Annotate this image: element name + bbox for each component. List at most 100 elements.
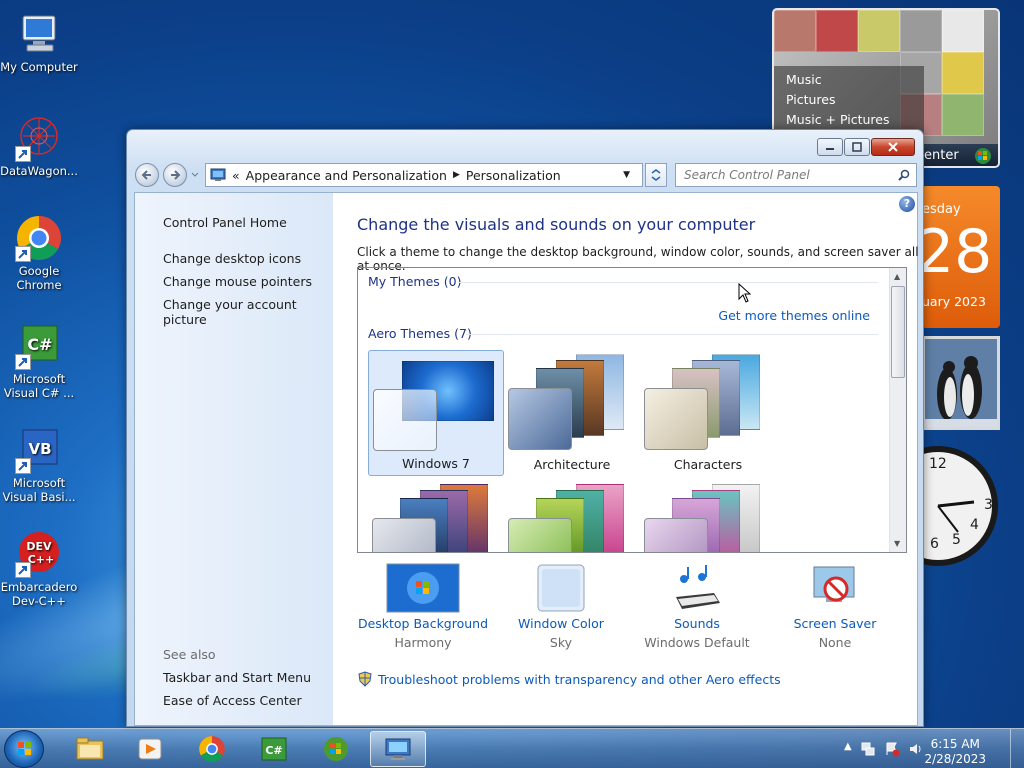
address-dropdown-icon[interactable]: ▼	[623, 170, 630, 180]
calendar-month-year: uary 2023	[922, 294, 986, 309]
troubleshoot-link[interactable]: Troubleshoot problems with transparency …	[357, 671, 781, 687]
theme-characters[interactable]: Characters	[640, 350, 776, 476]
navigation-bar: « Appearance and Personalization ▶ Perso…	[135, 162, 917, 188]
group-divider	[466, 334, 878, 335]
sidebar-taskbar-start-menu[interactable]: Taskbar and Start Menu	[163, 670, 311, 685]
theme-color-swatch	[644, 388, 708, 450]
media-tile	[774, 10, 816, 52]
themes-list[interactable]: My Themes (0) Get more themes online Aer…	[357, 267, 907, 553]
help-icon[interactable]: ?	[899, 196, 915, 212]
action-center-icon[interactable]	[884, 741, 900, 757]
svg-text:C#: C#	[265, 744, 282, 757]
address-bar[interactable]: « Appearance and Personalization ▶ Perso…	[205, 163, 643, 187]
show-desktop-button[interactable]	[1010, 729, 1024, 768]
themes-scrollbar[interactable]: ▲ ▼	[889, 268, 906, 552]
breadcrumb-separator-icon[interactable]: ▶	[453, 170, 460, 180]
personalization-window[interactable]: « Appearance and Personalization ▶ Perso…	[126, 129, 924, 727]
sidebar-change-mouse-pointers[interactable]: Change mouse pointers	[163, 274, 312, 289]
page-title: Change the visuals and sounds on your co…	[357, 215, 756, 234]
sounds-setting[interactable]: Sounds Windows Default	[627, 563, 767, 650]
visual-csharp-icon: C#	[261, 737, 287, 761]
desktop-background-setting[interactable]: Desktop Background Harmony	[353, 563, 493, 650]
shortcut-arrow-icon	[15, 354, 31, 370]
desktop-icon-label: My Computer	[0, 60, 78, 74]
get-more-themes-link[interactable]: Get more themes online	[718, 308, 870, 323]
clock-number: 4	[970, 517, 979, 533]
volume-icon[interactable]	[908, 741, 924, 757]
minimize-button[interactable]	[817, 138, 843, 156]
sidebar-control-panel-home[interactable]: Control Panel Home	[163, 215, 287, 230]
search-icon[interactable]	[898, 169, 910, 181]
theme-color-swatch	[508, 388, 572, 450]
network-icon[interactable]	[860, 741, 876, 757]
taskbar-control-panel[interactable]	[370, 731, 426, 767]
my-themes-group-title[interactable]: My Themes (0)	[368, 274, 461, 289]
desktop-background-label[interactable]: Desktop Background	[353, 616, 493, 631]
theme-color-swatch	[372, 518, 436, 552]
desktop-icon-dev-cpp[interactable]: DEV C++ Embarcadero Dev-C++	[0, 530, 78, 608]
window-color-label[interactable]: Window Color	[491, 616, 631, 631]
theme-scenes[interactable]	[640, 480, 776, 552]
sidebar-ease-of-access[interactable]: Ease of Access Center	[163, 693, 302, 708]
screen-saver-label[interactable]: Screen Saver	[765, 616, 905, 631]
media-item-pictures[interactable]: Pictures	[786, 90, 912, 110]
media-tile	[942, 10, 984, 52]
taskbar: C# ▲ 6:15 AM 2/28/2023	[0, 728, 1024, 768]
window-caption-buttons	[816, 138, 915, 156]
troubleshoot-label: Troubleshoot problems with transparency …	[378, 671, 781, 687]
maximize-button[interactable]	[844, 138, 870, 156]
media-item-music-pictures[interactable]: Music + Pictures	[786, 110, 912, 130]
shortcut-arrow-icon	[15, 246, 31, 262]
recent-pages-chevron-icon[interactable]	[190, 169, 200, 183]
forward-button[interactable]	[163, 163, 187, 187]
mouse-cursor-icon	[738, 282, 752, 306]
calendar-gadget[interactable]: esday 28 uary 2023	[922, 186, 1000, 328]
show-hidden-icons-icon[interactable]: ▲	[844, 741, 852, 757]
desktop-icon-label: Google Chrome	[16, 264, 62, 292]
theme-landscapes[interactable]	[368, 480, 504, 552]
media-item-music[interactable]: Music	[786, 70, 912, 90]
theme-architecture[interactable]: Architecture	[504, 350, 640, 476]
taskbar-media-player[interactable]	[122, 731, 178, 767]
desktop-icon-my-computer[interactable]: My Computer	[0, 10, 78, 74]
theme-label: Windows 7	[402, 456, 470, 471]
taskbar-app[interactable]	[308, 731, 364, 767]
chrome-icon	[199, 736, 225, 762]
sidebar-change-desktop-icons[interactable]: Change desktop icons	[163, 251, 301, 266]
desktop-icon-google-chrome[interactable]: Google Chrome	[0, 214, 78, 292]
close-button[interactable]	[871, 138, 915, 156]
slideshow-gadget[interactable]	[922, 336, 1000, 430]
theme-nature[interactable]	[504, 480, 640, 552]
theme-color-swatch	[644, 518, 708, 552]
search-box[interactable]: Search Control Panel	[675, 163, 917, 187]
back-button[interactable]	[135, 163, 159, 187]
theme-windows-7[interactable]: Windows 7	[368, 350, 504, 476]
clock-area[interactable]: 6:15 AM 2/28/2023	[924, 737, 986, 767]
main-panel: ? Change the visuals and sounds on your …	[333, 193, 919, 725]
breadcrumb-personalization[interactable]: Personalization	[466, 168, 561, 183]
sounds-label[interactable]: Sounds	[627, 616, 767, 631]
desktop-icon-datawagon[interactable]: DataWagon...	[0, 114, 78, 178]
calendar-day: 28	[922, 217, 993, 287]
window-color-icon	[537, 564, 585, 612]
desktop-icon-visual-basic[interactable]: VB Microsoft Visual Basi...	[0, 426, 78, 504]
breadcrumb-appearance[interactable]: Appearance and Personalization	[246, 168, 447, 183]
taskbar-visual-csharp[interactable]: C#	[246, 731, 302, 767]
refresh-button[interactable]	[645, 163, 667, 187]
shortcut-arrow-icon	[15, 562, 31, 578]
calendar-weekday: esday	[922, 202, 961, 217]
window-color-setting[interactable]: Window Color Sky	[491, 563, 631, 650]
scroll-down-icon[interactable]: ▼	[894, 539, 900, 548]
sidebar-change-account-picture[interactable]: Change your account picture	[163, 297, 333, 327]
scroll-up-icon[interactable]: ▲	[894, 272, 900, 281]
aero-themes-group-title[interactable]: Aero Themes (7)	[368, 326, 472, 341]
desktop-icon-label: Microsoft Visual C# ...	[3, 372, 75, 400]
start-button[interactable]	[4, 730, 44, 768]
sounds-icon	[676, 565, 720, 609]
scrollbar-thumb[interactable]	[891, 286, 905, 378]
taskbar-chrome[interactable]	[184, 731, 240, 767]
desktop-icon-visual-csharp[interactable]: C# Microsoft Visual C# ...	[0, 322, 78, 400]
taskbar-explorer[interactable]	[62, 731, 118, 767]
address-overflow-chevron[interactable]: «	[232, 168, 240, 183]
screen-saver-setting[interactable]: Screen Saver None	[765, 563, 905, 650]
